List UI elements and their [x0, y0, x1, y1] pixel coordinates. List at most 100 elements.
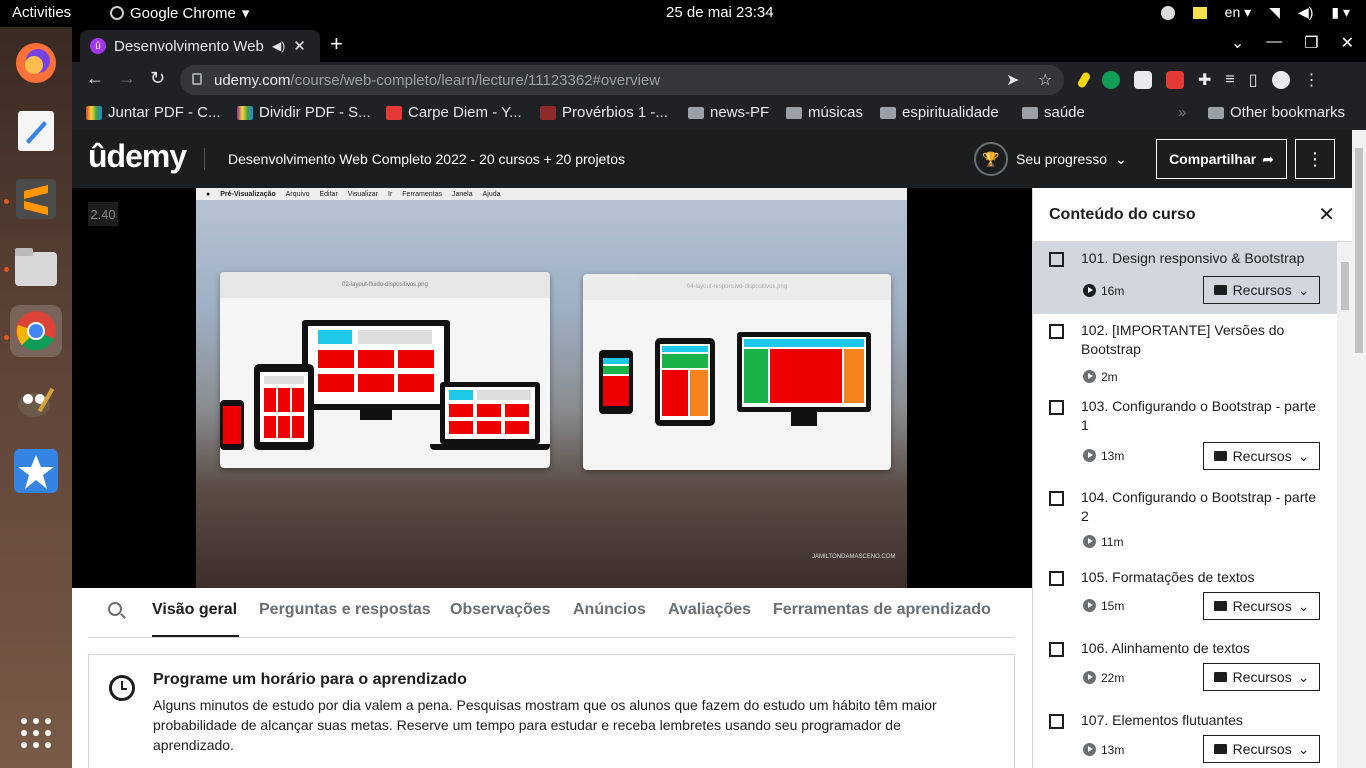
sidebar-scrollbar-thumb[interactable] — [1341, 262, 1349, 310]
app-menu[interactable]: Google Chrome ▾ — [110, 4, 249, 22]
new-tab-button[interactable]: + — [330, 31, 343, 57]
network-status-icon[interactable] — [1160, 5, 1175, 20]
bookmark-folder[interactable]: news-PF — [688, 104, 769, 121]
lecture-checkbox[interactable] — [1049, 571, 1064, 586]
highlighter-extension-icon[interactable] — [1076, 71, 1092, 89]
tab-reviews[interactable]: Avaliações — [668, 601, 751, 619]
trophy-icon: 🏆 — [974, 142, 1008, 176]
sidebar-scrollbar[interactable] — [1337, 242, 1353, 768]
header-divider — [204, 148, 205, 170]
system-tray[interactable]: en ▾ ◥ ◀) ▮ ▾ — [1160, 4, 1350, 21]
udemy-logo[interactable]: ûdemy — [88, 138, 187, 175]
resources-button[interactable]: Recursos ⌄ — [1203, 442, 1320, 470]
lecture-checkbox[interactable] — [1049, 642, 1064, 657]
browser-tab[interactable]: û Desenvolvimento Web Completo ◀) ✕ — [80, 30, 320, 62]
green-plus-extension-icon[interactable] — [1102, 71, 1120, 89]
audio-playing-icon[interactable]: ◀) — [272, 39, 285, 53]
close-tab-icon[interactable]: ✕ — [293, 37, 306, 55]
badge-extension-icon[interactable] — [1134, 71, 1152, 89]
lecture-item[interactable]: 107. Elementos flutuantes 13m Recursos ⌄ — [1033, 704, 1337, 768]
close-window-button[interactable]: ✕ — [1341, 33, 1354, 53]
lecture-item[interactable]: 101. Design responsivo & Bootstrap 16m R… — [1033, 242, 1337, 314]
lecture-item[interactable]: 103. Configurando o Bootstrap - parte 1 … — [1033, 390, 1337, 478]
gimp-launcher[interactable] — [10, 377, 62, 429]
bookmark-folder[interactable]: saúde — [1022, 104, 1085, 121]
tab-search-icon[interactable]: ⌄ — [1231, 33, 1244, 53]
page-scrollbar[interactable] — [1352, 130, 1366, 768]
back-button[interactable]: ← — [86, 68, 104, 89]
firefox-launcher[interactable] — [10, 37, 62, 89]
minimize-button[interactable]: — — [1266, 33, 1282, 53]
battery-icon[interactable]: ▮ ▾ — [1331, 4, 1350, 21]
apps-grid-icon — [21, 718, 51, 748]
gimp-icon — [18, 387, 55, 417]
more-bookmarks-chevron-icon[interactable]: » — [1178, 104, 1186, 121]
bookmark-folder[interactable]: espiritualidade — [880, 104, 999, 121]
lecture-checkbox[interactable] — [1049, 491, 1064, 506]
tab-announcements[interactable]: Anúncios — [573, 601, 646, 619]
bookmark-folder[interactable]: músicas — [786, 104, 863, 121]
tab-overview[interactable]: Visão geral — [152, 601, 237, 619]
bookmark-item[interactable]: Provérbios 1 -... — [540, 104, 668, 121]
files-launcher[interactable] — [10, 241, 62, 293]
lecture-item[interactable]: 102. [IMPORTANTE] Versões do Bootstrap 2… — [1033, 314, 1337, 390]
course-title[interactable]: Desenvolvimento Web Completo 2022 - 20 c… — [228, 151, 625, 167]
firefox-icon — [16, 43, 56, 83]
lecture-checkbox[interactable] — [1049, 252, 1064, 267]
lecture-checkbox[interactable] — [1049, 400, 1064, 415]
show-apps-button[interactable] — [10, 707, 62, 759]
lecture-checkbox[interactable] — [1049, 324, 1064, 339]
sublime-launcher[interactable] — [10, 173, 62, 225]
progress-dropdown[interactable]: 🏆 Seu progresso ⌄ — [974, 142, 1127, 176]
bookmark-item[interactable]: Carpe Diem - Y... — [386, 104, 522, 121]
close-icon[interactable]: ✕ — [1318, 202, 1335, 227]
video-player[interactable]: 2.40 ● Pré-Visualização Arquivo Editar V… — [72, 188, 1032, 588]
side-panel-icon[interactable]: ▯ — [1249, 70, 1258, 90]
notes-icon[interactable] — [1192, 6, 1207, 19]
resources-button[interactable]: Recursos ⌄ — [1203, 592, 1320, 620]
bookmark-item[interactable]: Dividir PDF - S... — [237, 104, 371, 121]
tab-questions[interactable]: Perguntas e respostas — [259, 601, 431, 619]
share-button[interactable]: Compartilhar ➦ — [1156, 139, 1287, 179]
reload-button[interactable]: ↻ — [150, 68, 165, 89]
tablet-device — [655, 338, 715, 426]
wifi-icon[interactable]: ◥ — [1269, 4, 1280, 21]
page-scrollbar-thumb[interactable] — [1355, 148, 1363, 353]
maximize-button[interactable]: ❐ — [1304, 33, 1318, 53]
resources-label: Recursos — [1232, 669, 1292, 685]
bookmark-star-icon[interactable]: ☆ — [1038, 70, 1052, 90]
tab-learning-tools[interactable]: Ferramentas de aprendizado — [773, 601, 991, 619]
more-options-button[interactable]: ⋮ — [1295, 139, 1335, 179]
tab-notes[interactable]: Observações — [450, 601, 551, 619]
software-launcher[interactable] — [10, 445, 62, 497]
resources-button[interactable]: Recursos ⌄ — [1203, 663, 1320, 691]
search-icon[interactable] — [108, 602, 122, 616]
forward-button[interactable]: → — [118, 68, 136, 89]
address-bar[interactable]: udemy.com/course/web-completo/learn/lect… — [180, 65, 1064, 95]
profile-avatar[interactable] — [1271, 71, 1290, 89]
other-bookmarks-folder[interactable]: Other bookmarks — [1208, 104, 1345, 121]
lecture-checkbox[interactable] — [1049, 714, 1064, 729]
clock[interactable]: 25 de mai 23:34 — [666, 4, 774, 21]
lecture-item[interactable]: 105. Formatações de textos 15m Recursos ⌄ — [1033, 561, 1337, 633]
chrome-menu-icon[interactable]: ⋮ — [1304, 70, 1320, 90]
text-editor-launcher[interactable] — [10, 105, 62, 157]
send-tab-icon[interactable]: ➤ — [1006, 70, 1019, 90]
language-selector[interactable]: en ▾ — [1225, 4, 1252, 21]
bookmark-item[interactable]: Juntar PDF - C... — [86, 104, 221, 121]
preview-window-responsive: 04-layout-responsivo-dispositivos.png — [583, 274, 891, 470]
lecture-item[interactable]: 106. Alinhamento de textos 22m Recursos ⌄ — [1033, 632, 1337, 704]
playback-speed-badge[interactable]: 2.40 — [88, 202, 118, 226]
extensions-puzzle-icon[interactable]: ✚ — [1198, 70, 1211, 90]
media-controls-icon[interactable]: ≡ — [1225, 71, 1234, 89]
volume-icon[interactable]: ◀) — [1298, 4, 1313, 21]
youtube-extension-icon[interactable] — [1166, 71, 1184, 89]
resources-button[interactable]: Recursos ⌄ — [1203, 276, 1320, 304]
layout-block — [449, 390, 473, 400]
share-label: Compartilhar — [1169, 151, 1257, 167]
resources-button[interactable]: Recursos ⌄ — [1203, 735, 1320, 763]
lecture-item[interactable]: 104. Configurando o Bootstrap - parte 2 … — [1033, 481, 1337, 559]
lock-icon[interactable] — [192, 73, 202, 85]
activities-button[interactable]: Activities — [12, 4, 71, 21]
chrome-launcher[interactable] — [10, 305, 62, 357]
